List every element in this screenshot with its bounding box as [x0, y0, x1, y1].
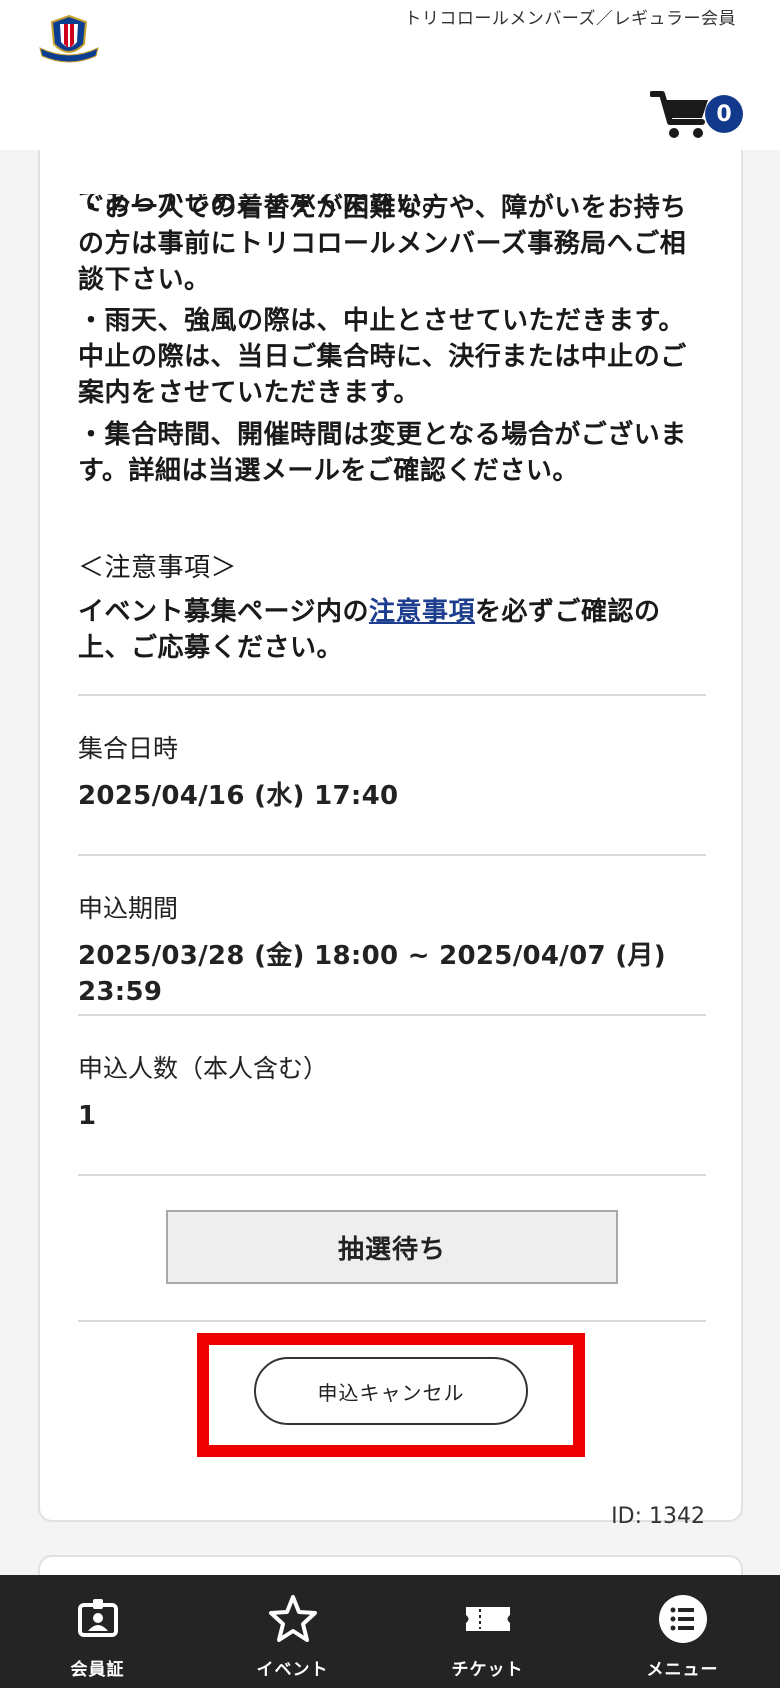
caution-section: ＜注意事項＞ イベント募集ページ内の注意事項を必ずご確認の 上、ご応募ください。	[78, 550, 706, 666]
nav-member-card[interactable]: 会員証	[0, 1575, 195, 1688]
nav-label: メニュー	[646, 1660, 719, 1680]
member-type-label: トリコロールメンバーズ／レギュラー会員	[404, 9, 736, 29]
note-line: 談下さい。	[78, 265, 211, 295]
meeting-datetime-value: 2025/04/16 (水) 17:40	[78, 781, 399, 811]
record-id: ID: 1342	[611, 1504, 705, 1529]
cancel-application-button[interactable]: 申込キャンセル	[254, 1357, 528, 1425]
note-line: の方は事前にトリコロールメンバーズ事務局へご相	[78, 229, 687, 259]
application-period-label: 申込期間	[78, 894, 179, 923]
application-period-value: 2025/03/28 (金) 18:00 ~ 2025/04/07 (月) 23…	[78, 941, 666, 1007]
member-card-icon	[70, 1591, 126, 1647]
note-line: ・雨天、強風の際は、中止とさせていただきます。	[78, 306, 685, 336]
divider	[78, 1174, 706, 1176]
cart-count-badge: 0	[705, 95, 743, 133]
divider	[78, 1320, 706, 1322]
nav-event[interactable]: イベント	[195, 1575, 390, 1688]
main-content: であらかじめご了承ください。 ・お一人での着替えが困難な方や、障がいをお持ち の…	[0, 0, 780, 1575]
nav-label: イベント	[256, 1660, 329, 1680]
caution-line-2: 上、ご応募ください。	[78, 633, 344, 663]
applicant-count-field: 申込人数（本人含む） 1	[78, 1052, 706, 1134]
note-line: ・集合時間、開催時間は変更となる場合がございま	[78, 420, 687, 450]
note-line: す。詳細は当選メールをご確認ください。	[78, 456, 579, 486]
lottery-status-button[interactable]: 抽選待ち	[166, 1210, 618, 1284]
note-paragraph-1: ・お一人での着替えが困難な方や、障がいをお持ち の方は事前にトリコロールメンバー…	[78, 190, 706, 298]
ticket-icon	[460, 1591, 516, 1647]
nav-menu[interactable]: メニュー	[585, 1575, 780, 1688]
caution-link[interactable]: 注意事項	[369, 597, 475, 627]
divider	[78, 854, 706, 856]
nav-label: 会員証	[70, 1660, 125, 1680]
star-icon	[265, 1591, 321, 1647]
meeting-datetime-field: 集合日時 2025/04/16 (水) 17:40	[78, 732, 706, 814]
application-period-field: 申込期間 2025/03/28 (金) 18:00 ~ 2025/04/07 (…	[78, 892, 706, 1010]
divider	[78, 694, 706, 696]
note-paragraph-2: ・雨天、強風の際は、中止とさせていただきます。 中止の際は、当日ご集合時に、決行…	[78, 303, 706, 411]
club-logo[interactable]	[38, 14, 100, 66]
note-line: 案内をさせていただきます。	[78, 378, 420, 408]
caution-text: イベント募集ページ内の注意事項を必ずご確認の	[78, 594, 706, 630]
app-header: トリコロールメンバーズ／レギュラー会員 0	[0, 0, 780, 150]
menu-list-icon	[655, 1591, 711, 1647]
event-application-card: であらかじめご了承ください。 ・お一人での着替えが困難な方や、障がいをお持ち の…	[38, 60, 743, 1529]
caution-heading: ＜注意事項＞	[78, 553, 238, 583]
meeting-datetime-label: 集合日時	[78, 734, 179, 763]
note-line: 中止の際は、当日ご集合時に、決行または中止のご	[78, 342, 687, 372]
club-emblem-icon	[39, 14, 99, 63]
note-paragraph-3: ・集合時間、開催時間は変更となる場合がございま す。詳細は当選メールをご確認くだ…	[78, 417, 706, 489]
applicant-count-label: 申込人数（本人含む）	[78, 1054, 329, 1083]
note-line: ・お一人での着替えが困難な方や、障がいをお持ち	[78, 193, 687, 223]
divider	[78, 1014, 706, 1016]
applicant-count-value: 1	[78, 1101, 97, 1131]
next-card	[38, 1555, 743, 1575]
nav-label: チケット	[451, 1660, 524, 1680]
caution-suffix: を必ずご確認の	[475, 597, 661, 627]
nav-ticket[interactable]: チケット	[390, 1575, 585, 1688]
bottom-navigation: 会員証 イベント チケット メニュー	[0, 1575, 780, 1688]
caution-prefix: イベント募集ページ内の	[78, 597, 369, 627]
